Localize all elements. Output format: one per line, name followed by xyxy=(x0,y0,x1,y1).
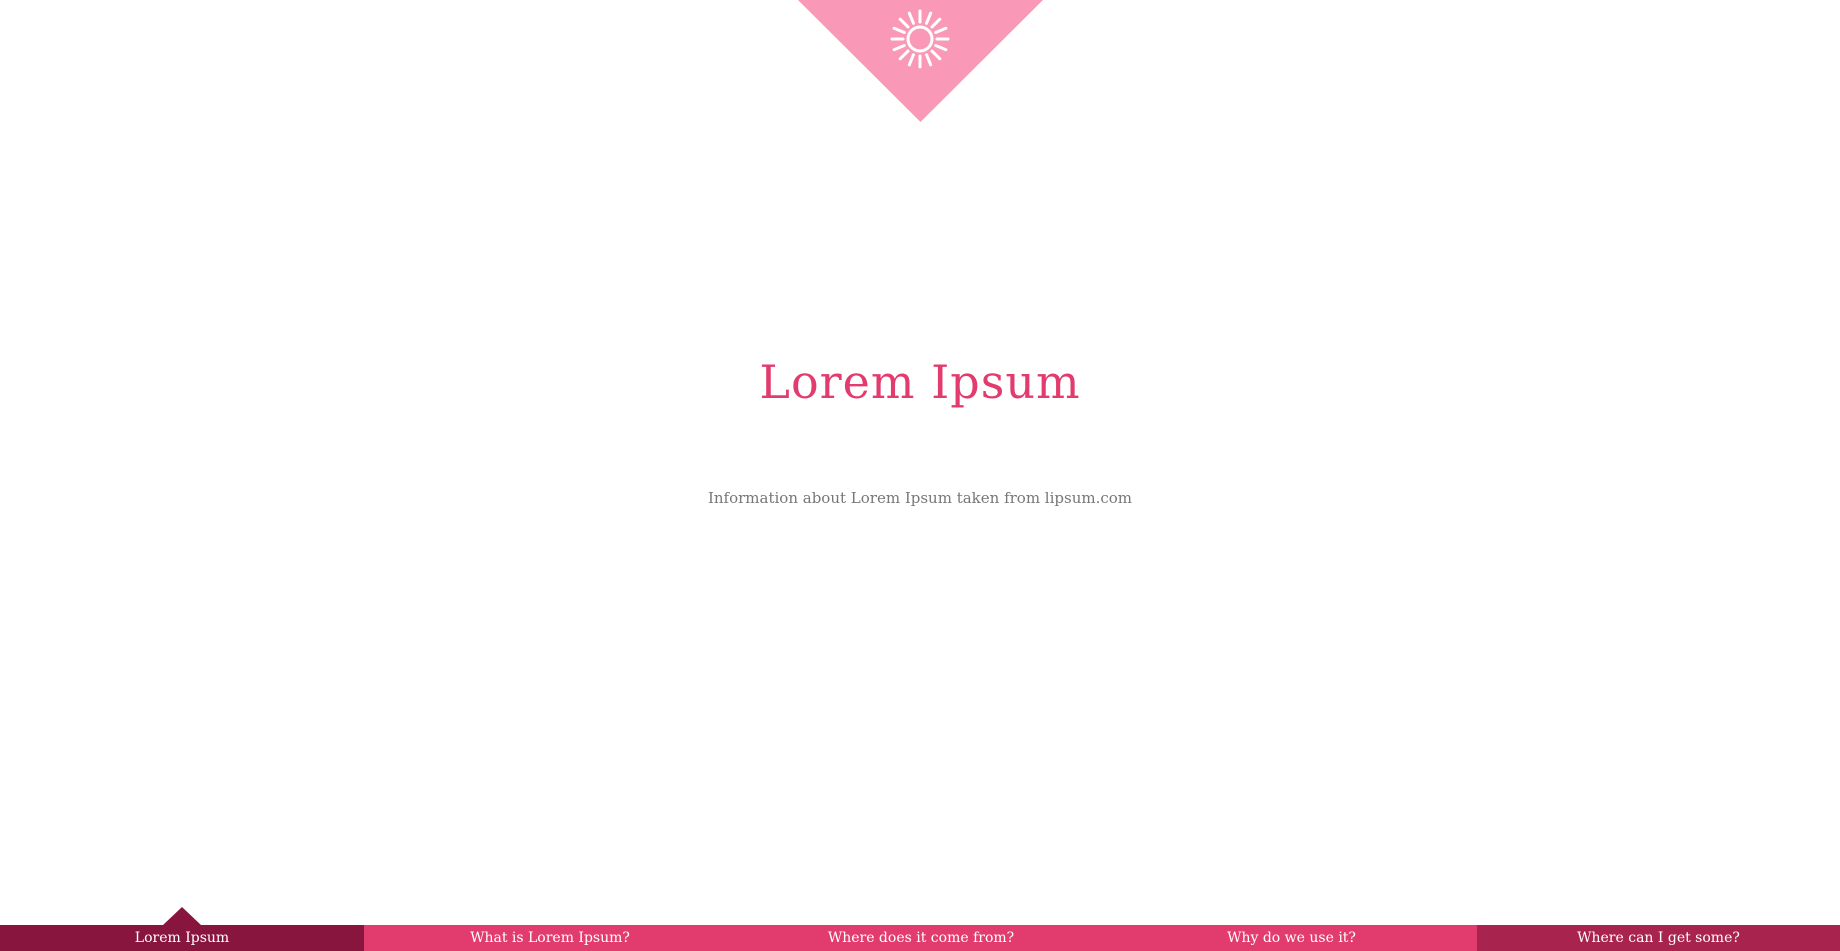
page-title: Lorem Ipsum xyxy=(759,355,1081,409)
sun-ray xyxy=(907,11,915,25)
sun-ray xyxy=(930,49,942,61)
nav-item-label: What is Lorem Ipsum? xyxy=(470,930,630,946)
nav-item-why-do-we-use-it[interactable]: Why do we use it? xyxy=(1106,925,1477,951)
sun-ray xyxy=(925,11,933,25)
nav-item-label: Where does it come from? xyxy=(827,930,1015,946)
sun-ray xyxy=(934,26,948,34)
sun-icon xyxy=(889,8,951,70)
bottom-navigation: Lorem Ipsum What is Lorem Ipsum? Where d… xyxy=(0,907,1840,951)
nav-item-what-is-lorem-ipsum[interactable]: What is Lorem Ipsum? xyxy=(364,925,736,951)
sun-ray xyxy=(898,49,910,61)
sun-ray xyxy=(892,44,906,52)
sun-ray xyxy=(930,17,942,29)
sun-ray xyxy=(892,26,906,34)
nav-item-label: Why do we use it? xyxy=(1227,930,1356,946)
sun-ray xyxy=(898,17,910,29)
nav-item-where-does-it-come-from[interactable]: Where does it come from? xyxy=(736,925,1106,951)
nav-item-label: Where can I get some? xyxy=(1577,930,1740,946)
sun-ray xyxy=(934,44,948,52)
page-subtitle: Information about Lorem Ipsum taken from… xyxy=(707,489,1133,507)
nav-item-label: Lorem Ipsum xyxy=(134,930,230,946)
sun-ray xyxy=(925,53,933,67)
sun-ray xyxy=(907,53,915,67)
nav-item-where-can-i-get-some[interactable]: Where can I get some? xyxy=(1477,925,1840,951)
nav-item-lorem-ipsum[interactable]: Lorem Ipsum xyxy=(0,907,364,951)
